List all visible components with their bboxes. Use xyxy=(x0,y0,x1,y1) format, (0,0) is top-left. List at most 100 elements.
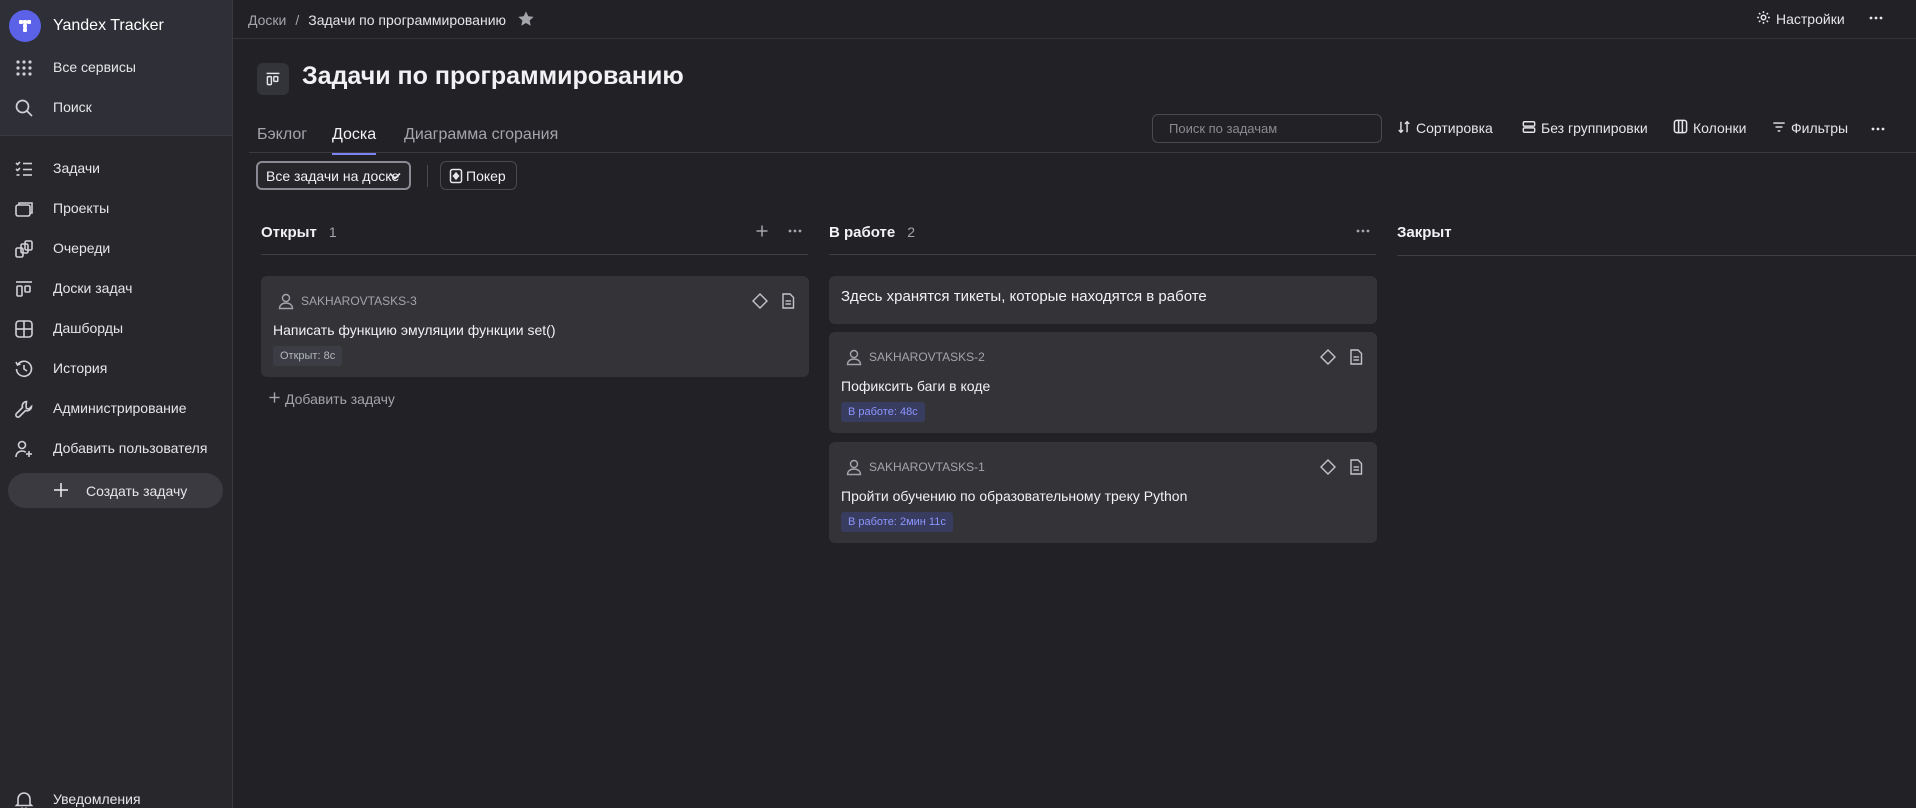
task-key[interactable]: SAKHAROVTASKS-3 xyxy=(301,294,417,308)
sidebar-item-history[interactable]: История xyxy=(0,350,233,386)
create-task-button[interactable]: Создать задачу xyxy=(8,473,223,508)
tasks-icon xyxy=(14,159,34,179)
sidebar-item-tasks[interactable]: Задачи xyxy=(0,150,233,186)
grouping-label: Без группировки xyxy=(1541,120,1648,136)
sidebar-item-projects[interactable]: Проекты xyxy=(0,190,233,226)
sidebar-item-admin[interactable]: Администрирование xyxy=(0,390,233,426)
search-icon xyxy=(14,98,34,118)
poker-button[interactable]: Покер xyxy=(440,161,517,190)
sidebar: Yandex Tracker Все сервисы Поиск Задачи … xyxy=(0,0,233,808)
add-to-column-icon[interactable] xyxy=(755,224,769,241)
tracker-logo-icon[interactable] xyxy=(9,10,41,42)
sidebar-item-label: Поиск xyxy=(53,99,92,115)
priority-diamond-icon[interactable] xyxy=(1319,458,1337,479)
toolbar-more-icon[interactable] xyxy=(1870,121,1886,140)
projects-icon xyxy=(14,199,34,219)
add-user-icon xyxy=(14,439,34,459)
breadcrumb-boards-link[interactable]: Доски xyxy=(248,12,286,28)
breadcrumb-separator: / xyxy=(295,12,300,28)
column-divider xyxy=(1397,255,1916,256)
sidebar-item-label: История xyxy=(53,360,108,376)
breadcrumb: Доски / Задачи по программированию xyxy=(248,10,506,30)
wrench-icon xyxy=(14,399,34,419)
sidebar-item-label: Все сервисы xyxy=(53,59,136,75)
document-icon[interactable] xyxy=(779,292,797,313)
sidebar-item-label: Задачи xyxy=(53,160,101,176)
columns-label: Колонки xyxy=(1693,120,1747,136)
history-icon xyxy=(14,359,34,379)
sidebar-item-queues[interactable]: Очереди xyxy=(0,230,233,266)
assignee-icon[interactable] xyxy=(845,348,863,369)
add-task-button[interactable]: Добавить задачу xyxy=(268,391,395,407)
sidebar-item-label: Администрирование xyxy=(53,400,187,416)
priority-diamond-icon[interactable] xyxy=(1319,348,1337,369)
chevron-down-icon xyxy=(388,169,402,183)
sort-label: Сортировка xyxy=(1416,120,1493,136)
header-divider xyxy=(233,38,1916,39)
tab-board[interactable]: Доска xyxy=(332,126,377,155)
toolbar-divider xyxy=(427,165,428,187)
task-filter-select[interactable]: Все задачи на доске xyxy=(256,161,411,190)
grouping-button[interactable]: Без группировки xyxy=(1522,118,1648,138)
sidebar-item-add-user[interactable]: Добавить пользователя xyxy=(0,430,233,466)
more-icon[interactable] xyxy=(1868,10,1884,29)
queues-icon xyxy=(14,239,34,259)
column-header-in-progress: В работе 2 xyxy=(829,222,915,242)
poker-card-icon xyxy=(449,168,463,184)
favorite-star-icon[interactable] xyxy=(517,10,535,31)
column-divider xyxy=(261,254,808,255)
settings-label: Настройки xyxy=(1776,11,1845,27)
status-badge: Открыт: 8с xyxy=(273,346,343,366)
column-title: Открыт xyxy=(261,223,317,241)
column-more-icon[interactable] xyxy=(1355,224,1371,241)
sidebar-item-all-services[interactable]: Все сервисы xyxy=(0,49,233,85)
column-count: 1 xyxy=(328,224,337,240)
tab-burndown[interactable]: Диаграмма сгорания xyxy=(404,126,558,152)
column-title: Закрыт xyxy=(1397,223,1452,241)
gear-icon xyxy=(1756,10,1771,28)
task-filter-value: Все задачи на доске xyxy=(266,167,400,184)
settings-button[interactable]: Настройки xyxy=(1756,10,1845,28)
status-badge: В работе: 2мин 11с xyxy=(841,512,953,532)
task-summary: Пройти обучению по образовательному трек… xyxy=(841,488,1188,504)
sidebar-item-label: Уведомления xyxy=(53,791,141,807)
task-card[interactable]: SAKHAROVTASKS-1 Пройти обучению по образ… xyxy=(829,442,1377,543)
assignee-icon[interactable] xyxy=(277,292,295,313)
column-description: Здесь хранятся тикеты, которые находятся… xyxy=(829,276,1377,324)
filters-button[interactable]: Фильтры xyxy=(1772,118,1848,138)
plus-icon xyxy=(52,481,70,499)
task-key[interactable]: SAKHAROVTASKS-1 xyxy=(869,460,985,474)
sidebar-item-label: Дашборды xyxy=(53,320,123,336)
task-card[interactable]: SAKHAROVTASKS-2 Пофиксить баги в коде В … xyxy=(829,332,1377,433)
column-more-icon[interactable] xyxy=(787,224,803,241)
column-count: 2 xyxy=(907,224,916,240)
sidebar-item-boards[interactable]: Доски задач xyxy=(0,270,233,306)
sort-button[interactable]: Сортировка xyxy=(1397,118,1493,138)
task-key[interactable]: SAKHAROVTASKS-2 xyxy=(869,350,985,364)
assignee-icon[interactable] xyxy=(845,458,863,479)
column-title: В работе xyxy=(829,223,896,241)
filter-icon xyxy=(1772,120,1786,137)
task-search-input[interactable] xyxy=(1152,114,1382,143)
priority-diamond-icon[interactable] xyxy=(751,292,769,313)
app-title: Yandex Tracker xyxy=(53,17,164,34)
dashboards-icon xyxy=(14,319,34,339)
document-icon[interactable] xyxy=(1347,458,1365,479)
tab-backlog[interactable]: Бэклог xyxy=(257,126,307,152)
boards-icon xyxy=(14,279,34,299)
filters-label: Фильтры xyxy=(1791,120,1849,136)
breadcrumb-current: Задачи по программированию xyxy=(308,12,507,28)
document-icon[interactable] xyxy=(1347,348,1365,369)
sort-icon xyxy=(1397,120,1411,137)
status-badge: В работе: 48с xyxy=(841,402,925,422)
sidebar-item-search[interactable]: Поиск xyxy=(0,89,233,125)
board-icon xyxy=(257,63,289,95)
sidebar-item-dashboards[interactable]: Дашборды xyxy=(0,310,233,346)
task-card[interactable]: SAKHAROVTASKS-3 Написать функцию эмуляци… xyxy=(261,276,809,377)
create-task-label: Создать задачу xyxy=(86,483,188,499)
columns-button[interactable]: Колонки xyxy=(1673,118,1746,138)
page-title: Задачи по программированию xyxy=(302,62,684,90)
sidebar-item-label: Добавить пользователя xyxy=(53,440,208,456)
sidebar-item-notifications[interactable]: Уведомления xyxy=(0,781,233,808)
task-summary: Написать функцию эмуляции функции set() xyxy=(273,322,556,338)
